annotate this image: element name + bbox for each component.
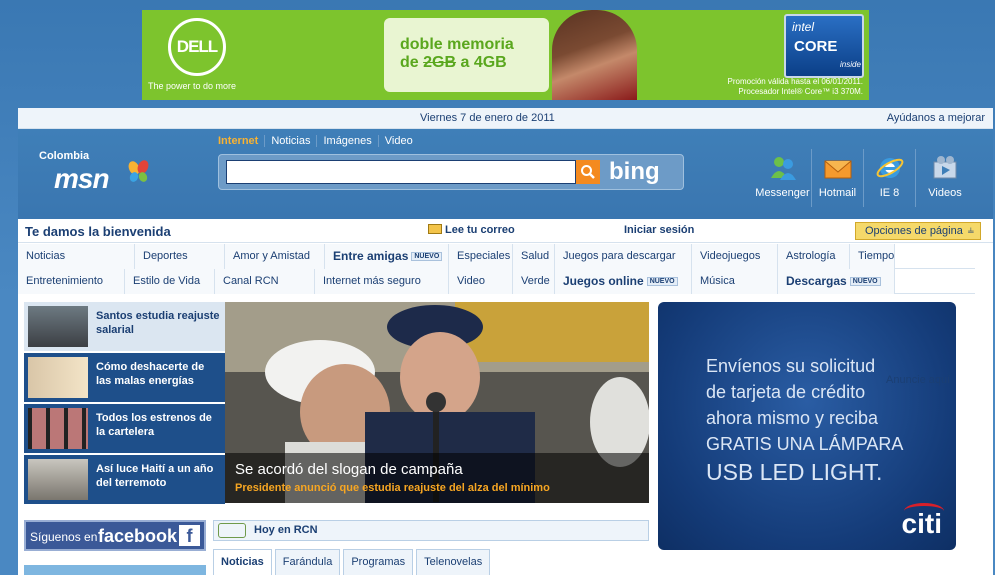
story-thumbnail — [28, 459, 88, 500]
tab-noticias[interactable]: Noticias — [213, 549, 272, 575]
story-thumbnail — [28, 357, 88, 398]
nav-item[interactable]: Deportes — [135, 244, 225, 269]
toolbar: Messenger Hotmail IE 8 Videos — [754, 149, 974, 207]
featured-caption: Se acordó del slogan de campaña Presiden… — [225, 453, 649, 503]
nav-item[interactable]: Canal RCN — [215, 269, 315, 294]
new-badge: NUEVO — [411, 252, 443, 261]
hotmail-button[interactable]: Hotmail — [812, 149, 864, 207]
top-banner-ad[interactable]: DELL The power to do more doble memoria … — [142, 10, 869, 100]
advertise-here-link[interactable]: Anuncie aquí — [886, 374, 950, 386]
ie8-button[interactable]: IE 8 — [864, 149, 916, 207]
story-item[interactable]: Así luce Haití a un año del terremoto — [24, 455, 225, 504]
featured-title: Se acordó del slogan de campaña — [235, 461, 463, 478]
ad-headline-1: doble memoria — [400, 36, 514, 53]
messenger-button[interactable]: Messenger — [754, 149, 812, 207]
story-item[interactable]: Santos estudia reajuste salarial — [24, 302, 225, 351]
tab-programas[interactable]: Programas — [343, 549, 414, 575]
nav-row-2: Entretenimiento Estilo de Vida Canal RCN… — [18, 269, 975, 294]
header: Colombia msn Internet Noticias Imágenes … — [18, 129, 993, 219]
rcn-tabs: Noticias Farándula Programas Telenovelas — [213, 549, 493, 575]
nav-item[interactable]: Verde — [513, 269, 555, 294]
welcome-bar: Te damos la bienvenida Lee tu correo Ini… — [18, 219, 993, 243]
nav-item[interactable]: Noticias — [18, 244, 135, 269]
rcn-header: Hoy en RCN — [213, 520, 649, 541]
citi-ad[interactable]: Envíenos su solicitud de tarjeta de créd… — [658, 302, 956, 550]
nav-item[interactable]: Especiales — [449, 244, 513, 269]
search-input[interactable] — [226, 160, 576, 184]
story-thumbnail — [28, 408, 88, 449]
search-button[interactable] — [576, 160, 600, 184]
ad-headline-2: de 2GB a 4GB — [400, 54, 507, 71]
nav-item[interactable]: Estilo de Vida — [125, 269, 215, 294]
welcome-text: Te damos la bienvenida — [25, 224, 171, 239]
story-thumbnail — [28, 306, 88, 347]
nav-item[interactable]: Video — [449, 269, 513, 294]
nav-item[interactable]: Amor y Amistad — [225, 244, 325, 269]
promo-text-2: Procesador Intel® Core™ i3 370M. — [738, 87, 863, 96]
new-badge: NUEVO — [646, 277, 678, 286]
double-chevron-down-icon: ⫨ — [967, 224, 974, 236]
current-date: Viernes 7 de enero de 2011 — [420, 112, 555, 124]
signin-link[interactable]: Iniciar sesión — [624, 224, 694, 236]
tab-imagenes[interactable]: Imágenes — [317, 135, 379, 147]
search-icon — [581, 165, 595, 179]
help-improve-link[interactable]: Ayúdanos a mejorar — [887, 112, 985, 124]
next-widget-strip — [24, 565, 206, 575]
videos-button[interactable]: Videos — [916, 149, 974, 207]
facebook-follow-button[interactable]: Síguenos en facebook f — [24, 520, 206, 551]
messenger-icon — [770, 157, 796, 180]
story-item[interactable]: Todos los estrenos de la cartelera — [24, 404, 225, 453]
nav-item[interactable]: Descargas NUEVO — [778, 269, 895, 294]
featured-story[interactable]: Se acordó del slogan de campaña Presiden… — [225, 302, 649, 503]
page-options-button[interactable]: Opciones de página ⫨ — [855, 222, 981, 240]
nav-row-1: Noticias Deportes Amor y Amistad Entre a… — [18, 244, 975, 269]
date-bar: Viernes 7 de enero de 2011 Ayúdanos a me… — [18, 108, 993, 129]
nav-item[interactable]: Astrología — [778, 244, 850, 269]
ad-model-image — [552, 10, 637, 100]
story-item[interactable]: Cómo deshacerte de las malas energías — [24, 353, 225, 402]
nav-item[interactable]: Salud — [513, 244, 555, 269]
search-tabs: Internet Noticias Imágenes Video — [218, 135, 419, 147]
citi-logo: citi — [902, 503, 944, 540]
story-list: Santos estudia reajuste salarial Cómo de… — [24, 302, 225, 504]
msn-page: Viernes 7 de enero de 2011 Ayúdanos a me… — [18, 108, 993, 575]
dell-tagline: The power to do more — [148, 81, 237, 91]
rcn-title: Hoy en RCN — [254, 524, 318, 536]
facebook-icon: f — [179, 525, 200, 546]
nav-item[interactable]: Tiempo — [850, 244, 895, 269]
main-content: Santos estudia reajuste salarial Cómo de… — [18, 294, 993, 575]
featured-subtitle: Presidente anunció que estudia reajuste … — [235, 482, 550, 494]
category-nav: Noticias Deportes Amor y Amistad Entre a… — [18, 244, 993, 294]
citi-arc-icon — [903, 503, 944, 519]
read-mail-link[interactable]: Lee tu correo — [428, 224, 515, 236]
nav-item[interactable]: Internet más seguro — [315, 269, 449, 294]
msn-logo[interactable]: msn — [54, 163, 110, 195]
intel-core-badge: intel CORE inside — [784, 14, 864, 78]
hotmail-icon — [824, 160, 851, 179]
country-label: Colombia — [39, 150, 90, 162]
tab-noticias[interactable]: Noticias — [265, 135, 318, 147]
dell-logo: DELL — [168, 18, 226, 76]
nav-item[interactable]: Música — [692, 269, 778, 294]
msn-butterfly-icon — [128, 160, 149, 182]
tab-video[interactable]: Video — [379, 135, 419, 147]
tab-telenovelas[interactable]: Telenovelas — [416, 549, 491, 575]
bing-logo: bing — [609, 158, 660, 185]
search-box: bing — [218, 154, 684, 190]
tab-farandula[interactable]: Farándula — [274, 549, 341, 575]
rcn-icon — [218, 523, 246, 538]
envelope-icon — [428, 224, 442, 234]
nav-item[interactable]: Videojuegos — [692, 244, 778, 269]
videos-icon — [933, 156, 957, 179]
new-badge: NUEVO — [849, 277, 881, 286]
ie-icon — [876, 158, 903, 178]
tab-internet[interactable]: Internet — [218, 135, 266, 147]
nav-item[interactable]: Juegos para descargar — [555, 244, 692, 269]
nav-item[interactable]: Entretenimiento — [18, 269, 125, 294]
promo-text-1: Promoción válida hasta el 06/01/2011. — [727, 77, 864, 86]
nav-item[interactable]: Juegos online NUEVO — [555, 269, 692, 294]
nav-item[interactable]: Entre amigas NUEVO — [325, 244, 449, 269]
